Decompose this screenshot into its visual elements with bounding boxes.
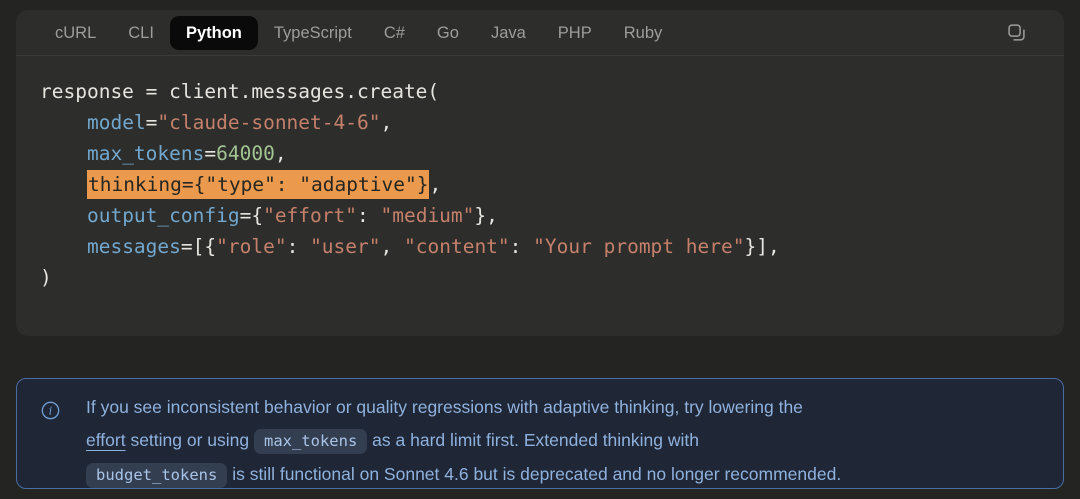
inline-code-pill: budget_tokens: [86, 463, 227, 488]
svg-text:i: i: [49, 404, 53, 417]
callout-text: If you see inconsistent behavior or qual…: [86, 391, 1037, 492]
code-line: messages=[{"role": "user", "content": "Y…: [40, 231, 1040, 262]
tab-go[interactable]: Go: [421, 16, 475, 50]
tab-java[interactable]: Java: [475, 16, 542, 50]
code-token: :: [287, 235, 310, 258]
tab-ruby[interactable]: Ruby: [608, 16, 679, 50]
effort-link[interactable]: effort: [86, 430, 126, 450]
code-line: thinking={"type": "adaptive"},: [40, 169, 1040, 200]
code-token: ,: [381, 235, 404, 258]
tab-php[interactable]: PHP: [542, 16, 608, 50]
code-token: [40, 142, 87, 165]
code-content: response = client.messages.create( model…: [16, 56, 1064, 313]
code-token: =: [204, 142, 216, 165]
code-token: "Your prompt here": [533, 235, 744, 258]
code-line: max_tokens=64000,: [40, 138, 1040, 169]
callout-text-segment: as a hard limit first. Extended thinking…: [367, 430, 699, 450]
callout-text-segment: is still functional on Sonnet 4.6 but is…: [227, 464, 841, 484]
code-token: "content": [404, 235, 510, 258]
inline-code-pill: max_tokens: [254, 429, 367, 454]
info-icon: i: [41, 398, 60, 431]
code-token: [40, 235, 87, 258]
code-token: ,: [275, 142, 287, 165]
code-token: :: [357, 204, 380, 227]
code-token: ): [40, 266, 52, 289]
tab-c-[interactable]: C#: [368, 16, 421, 50]
copy-icon: [1007, 23, 1026, 42]
code-token: =[{: [181, 235, 216, 258]
tab-curl[interactable]: cURL: [39, 16, 112, 50]
code-token: [40, 111, 87, 134]
tab-typescript[interactable]: TypeScript: [258, 16, 368, 50]
code-token: max_tokens: [87, 142, 204, 165]
info-callout: i If you see inconsistent behavior or qu…: [16, 378, 1064, 489]
code-token: }],: [744, 235, 779, 258]
code-token: response = client.messages.create(: [40, 80, 439, 103]
code-token: [40, 204, 87, 227]
tab-python[interactable]: Python: [170, 16, 258, 50]
code-line: ): [40, 262, 1040, 293]
code-token: ={: [240, 204, 263, 227]
code-token: "role": [216, 235, 286, 258]
tab-cli[interactable]: CLI: [112, 16, 170, 50]
code-token: model: [87, 111, 146, 134]
code-token: output_config: [87, 204, 240, 227]
code-token: "user": [310, 235, 380, 258]
highlighted-code-token: thinking={"type": "adaptive"}: [87, 170, 429, 199]
code-token: :: [510, 235, 533, 258]
code-token: messages: [87, 235, 181, 258]
code-token: =: [146, 111, 158, 134]
code-block-card: cURLCLIPythonTypeScriptC#GoJavaPHPRuby r…: [16, 10, 1064, 336]
callout-text-segment: If you see inconsistent behavior or qual…: [86, 397, 803, 417]
code-line: output_config={"effort": "medium"},: [40, 200, 1040, 231]
callout-text-segment: setting or using: [126, 430, 254, 450]
code-line: response = client.messages.create(: [40, 76, 1040, 107]
code-line: model="claude-sonnet-4-6",: [40, 107, 1040, 138]
code-token: ,: [429, 173, 441, 196]
code-token: "effort": [263, 204, 357, 227]
code-token: ,: [380, 111, 392, 134]
code-token: "claude-sonnet-4-6": [157, 111, 380, 134]
code-token: 64000: [216, 142, 275, 165]
language-tab-bar: cURLCLIPythonTypeScriptC#GoJavaPHPRuby: [16, 10, 1064, 56]
copy-code-button[interactable]: [1003, 19, 1030, 46]
code-token: },: [474, 204, 497, 227]
code-token: [40, 173, 87, 196]
tab-list: cURLCLIPythonTypeScriptC#GoJavaPHPRuby: [39, 16, 678, 50]
code-token: "medium": [380, 204, 474, 227]
